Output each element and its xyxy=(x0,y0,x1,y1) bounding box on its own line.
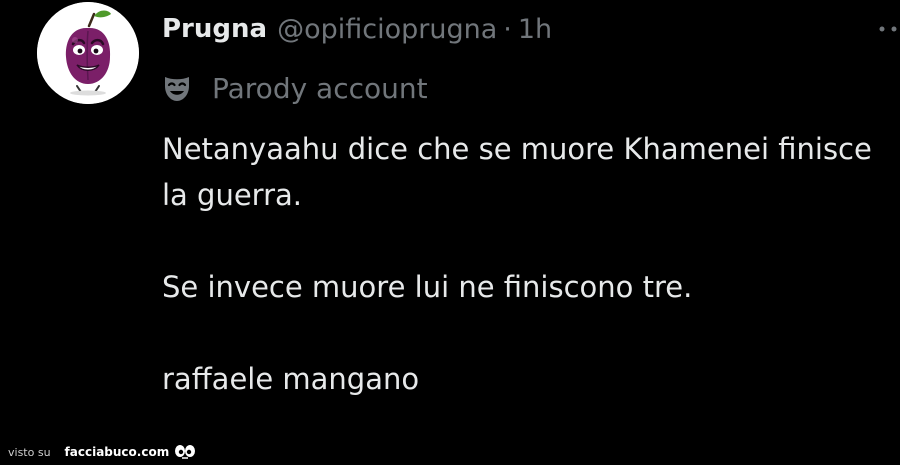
tweet-paragraph: Netanyaahu dice che se muore Khamenei fi… xyxy=(162,132,872,212)
user-handle[interactable]: @opificioprugna xyxy=(277,14,497,45)
profile-avatar[interactable] xyxy=(37,2,139,104)
more-options-icon xyxy=(879,26,897,32)
watermark: visto su facciabuco.com xyxy=(8,441,197,463)
more-options-button[interactable] xyxy=(876,19,900,39)
plum-avatar-icon xyxy=(37,2,139,104)
tweet-header: Prugna @opificioprugna · 1h xyxy=(162,8,552,50)
tweet-body: Netanyaahu dice che se muore Khamenei fi… xyxy=(162,126,892,402)
watermark-prefix: visto su xyxy=(8,445,51,459)
tweet-paragraph: raffaele mangano xyxy=(162,362,420,396)
watermark-site: facciabuco.com xyxy=(64,445,170,459)
parody-account-label: Parody account xyxy=(162,67,428,109)
timestamp[interactable]: 1h xyxy=(518,14,552,45)
account-label-text: Parody account xyxy=(212,71,428,105)
display-name[interactable]: Prugna xyxy=(162,14,267,44)
tweet-paragraph: Se invece muore lui ne finiscono tre. xyxy=(162,270,693,304)
separator-dot: · xyxy=(503,13,512,45)
eyes-icon xyxy=(175,445,196,459)
theater-mask-icon xyxy=(165,77,189,101)
